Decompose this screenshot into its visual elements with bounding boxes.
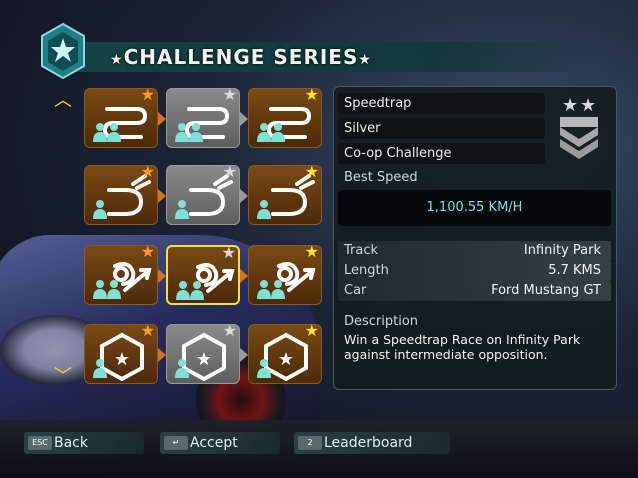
- silver-star-icon: ★: [221, 243, 236, 262]
- event-tier: Silver: [338, 118, 545, 139]
- accept-label: Accept: [190, 435, 238, 451]
- gold-star-icon: ★: [304, 321, 319, 340]
- challenge-tile-speedtrap-gold[interactable]: ★: [248, 242, 322, 305]
- best-speed-value: 1,100.55 KM/H: [338, 190, 611, 226]
- challenge-tile-drift-silver[interactable]: ★: [166, 162, 240, 225]
- challenge-tile-speedtrap-silver[interactable]: ★: [166, 245, 240, 305]
- progress-arrow-icon: [158, 189, 166, 203]
- back-label: Back: [54, 435, 88, 451]
- stat-value: 5.7 KMS: [548, 263, 601, 278]
- svg-text:★: ★: [580, 95, 596, 116]
- challenge-tile-speedtrap-circuit-bronze[interactable]: ★: [84, 85, 158, 148]
- stat-key: Track: [344, 243, 379, 258]
- accept-button[interactable]: ↵ Accept: [160, 432, 280, 454]
- challenge-row-speedtrap-circuit: ★ ★ ★: [84, 85, 324, 150]
- enter-key-icon: ↵: [164, 436, 188, 450]
- challenge-tile-speedtrap-bronze[interactable]: ★: [84, 242, 158, 305]
- stat-value: Ford Mustang GT: [491, 283, 601, 298]
- gold-star-icon: ★: [304, 242, 319, 261]
- progress-arrow-icon: [240, 189, 248, 203]
- challenge-details-panel: Speedtrap Silver Co-op Challenge ★ ★ Bes…: [333, 86, 617, 390]
- silver-star-icon: ★: [222, 321, 237, 340]
- challenge-tile-pursuit-gold[interactable]: ★ ★: [248, 321, 322, 384]
- challenge-tile-pursuit-bronze[interactable]: ★ ★: [84, 321, 158, 384]
- page-title: ★CHALLENGE SERIES★: [110, 44, 372, 70]
- event-name: Speedtrap: [338, 93, 545, 114]
- silver-star-icon: ★: [222, 85, 237, 104]
- progress-arrow-icon: [240, 112, 248, 126]
- scroll-down-arrow-icon[interactable]: ﹀: [52, 368, 74, 386]
- challenge-tile-speedtrap-circuit-gold[interactable]: ★: [248, 85, 322, 148]
- progress-arrow-icon: [158, 269, 166, 283]
- title-star-right-icon: ★: [358, 52, 372, 68]
- esc-key-icon: ESC: [28, 436, 52, 450]
- bronze-star-icon: ★: [140, 162, 155, 181]
- challenge-badge-icon: [41, 22, 85, 80]
- key-2-icon: 2: [298, 436, 322, 450]
- challenge-row-pursuit: ★ ★ ★ ★ ★ ★: [84, 321, 324, 386]
- bronze-star-icon: ★: [140, 85, 155, 104]
- progress-arrow-icon: [240, 348, 248, 362]
- svg-text:★: ★: [196, 349, 212, 370]
- scroll-up-arrow-icon[interactable]: ︿: [52, 92, 74, 110]
- silver-rank-emblem-icon: ★ ★: [560, 95, 598, 159]
- title-star-left-icon: ★: [110, 52, 124, 68]
- gold-star-icon: ★: [304, 85, 319, 104]
- description-text: Win a Speedtrap Race on Infinity Park ag…: [344, 332, 581, 362]
- silver-star-icon: ★: [222, 162, 237, 181]
- leaderboard-button[interactable]: 2 Leaderboard: [294, 432, 450, 454]
- bronze-star-icon: ★: [140, 242, 155, 261]
- stat-row-car: Car Ford Mustang GT: [338, 281, 611, 301]
- stat-row-length: Length 5.7 KMS: [338, 261, 611, 281]
- challenge-row-drift: ★ ★ ★: [84, 162, 324, 227]
- challenge-tile-drift-gold[interactable]: ★: [248, 162, 322, 225]
- description-label: Description: [344, 314, 419, 329]
- challenge-tile-pursuit-silver[interactable]: ★ ★: [166, 321, 240, 384]
- best-speed-label: Best Speed: [344, 170, 418, 185]
- page-title-text: CHALLENGE SERIES: [123, 45, 359, 69]
- progress-arrow-icon: [158, 112, 166, 126]
- challenge-row-speedtrap: ★ ★ ★: [84, 242, 324, 307]
- back-button[interactable]: ESC Back: [24, 432, 144, 454]
- svg-text:★: ★: [114, 349, 130, 370]
- gold-star-icon: ★: [304, 162, 319, 181]
- stat-key: Length: [344, 263, 389, 278]
- progress-arrow-icon: [240, 269, 248, 283]
- event-mode: Co-op Challenge: [338, 143, 545, 164]
- stat-row-track: Track Infinity Park: [338, 241, 611, 261]
- stat-value: Infinity Park: [523, 243, 601, 258]
- leaderboard-label: Leaderboard: [324, 435, 413, 451]
- progress-arrow-icon: [158, 348, 166, 362]
- svg-text:★: ★: [278, 349, 294, 370]
- challenge-tile-drift-bronze[interactable]: ★: [84, 162, 158, 225]
- challenge-tile-speedtrap-circuit-silver[interactable]: ★: [166, 85, 240, 148]
- svg-text:★: ★: [562, 95, 578, 116]
- bronze-star-icon: ★: [140, 321, 155, 340]
- stat-key: Car: [344, 283, 367, 298]
